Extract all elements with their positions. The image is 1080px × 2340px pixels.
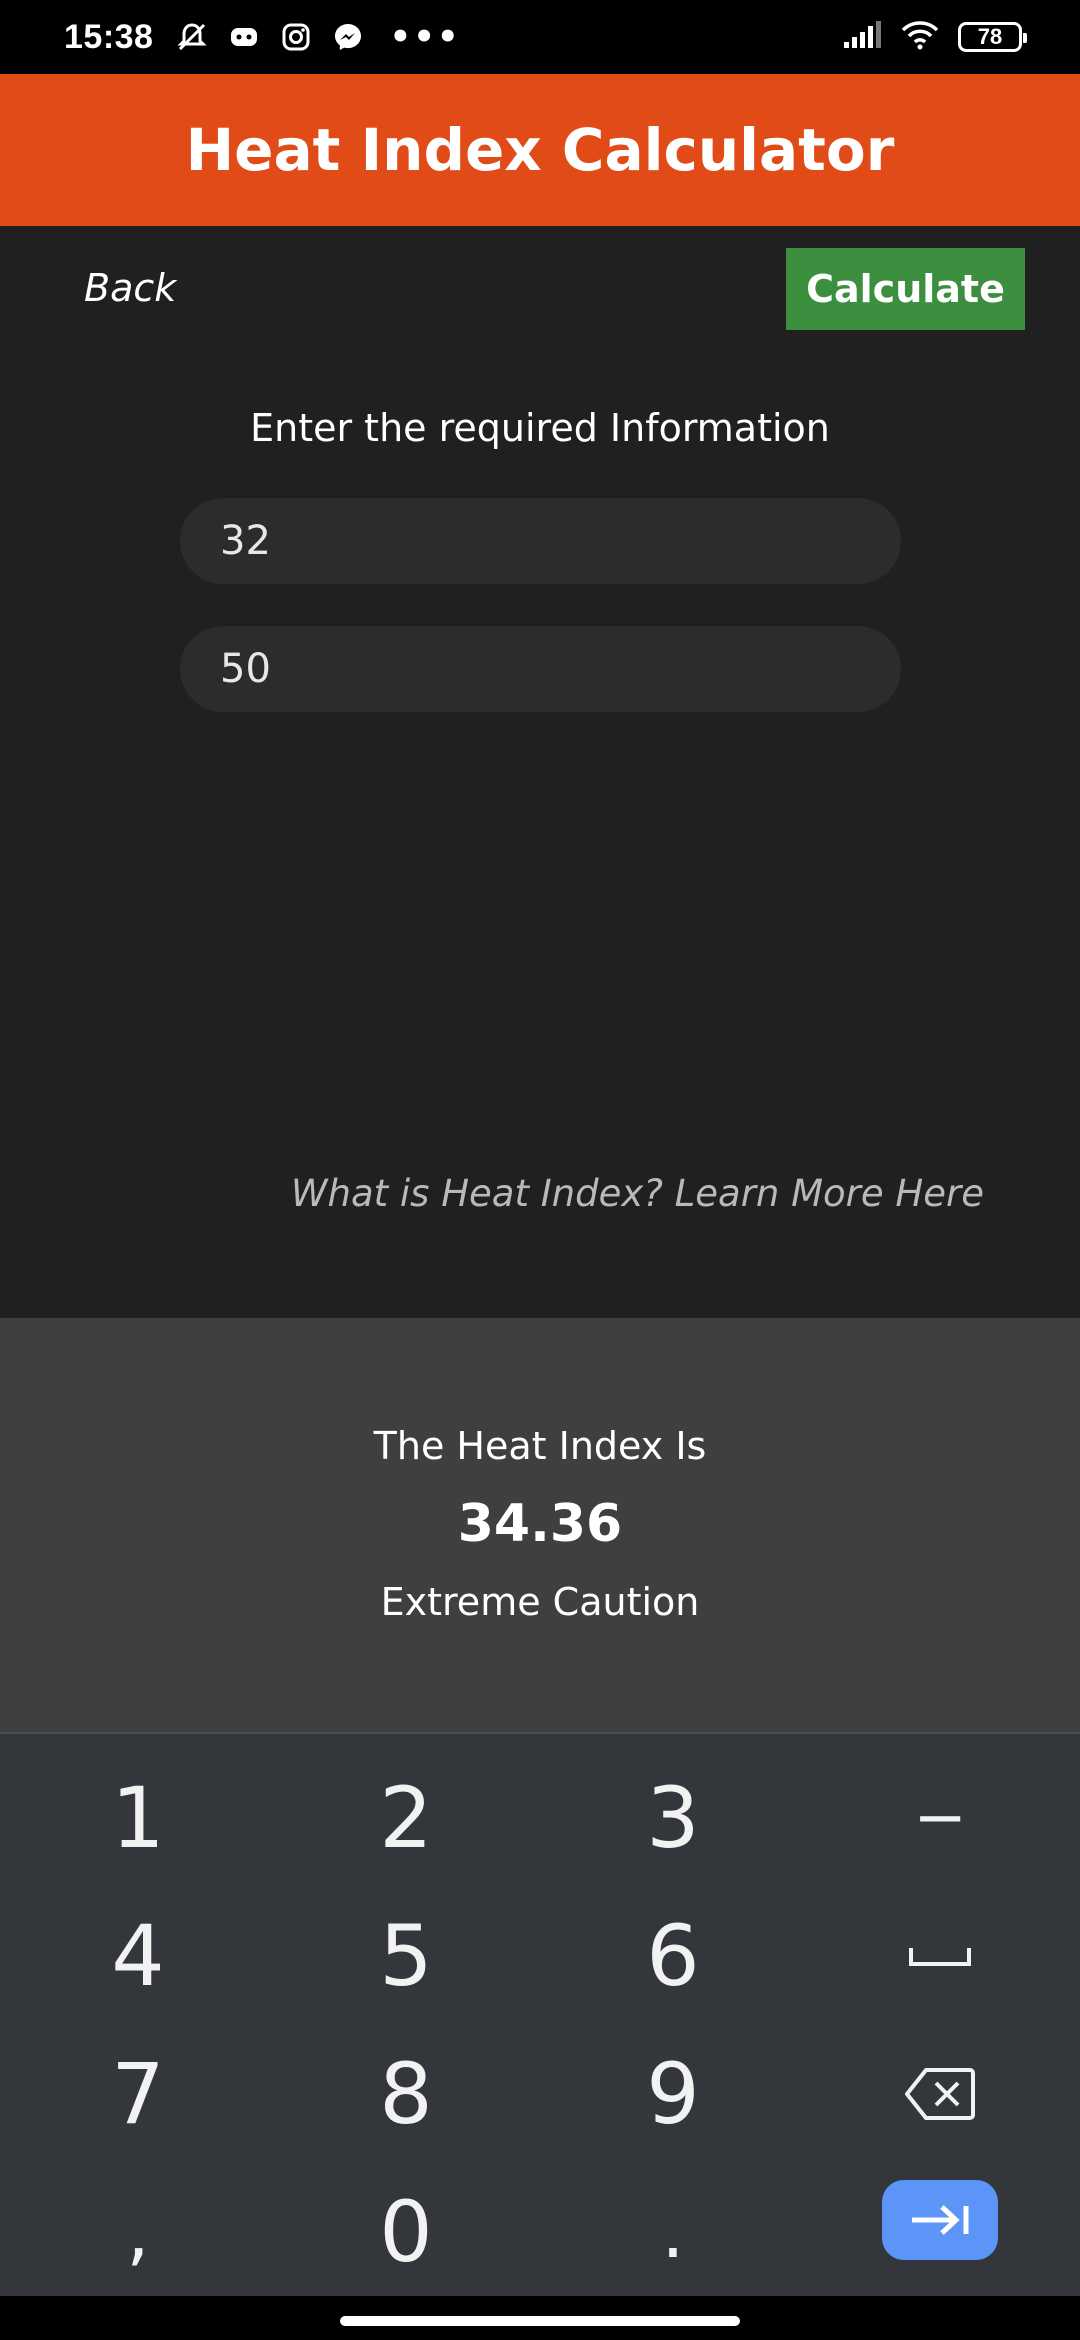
key-0[interactable]: 0 (306, 2172, 506, 2292)
temperature-field[interactable] (180, 498, 901, 584)
key-7[interactable]: 7 (38, 2034, 238, 2154)
numeric-keyboard: 1 2 3 − 4 5 6 7 8 9 , 0 . (0, 1734, 1080, 2296)
mute-bell-icon (175, 20, 209, 54)
more-notifications-icon: ••• (389, 17, 461, 57)
key-5[interactable]: 5 (306, 1896, 506, 2016)
key-8[interactable]: 8 (306, 2034, 506, 2154)
messenger-icon (331, 20, 365, 54)
learn-more-link[interactable]: What is Heat Index? Learn More Here (291, 1172, 984, 1215)
key-space[interactable] (840, 1896, 1040, 2016)
signal-icon (842, 20, 882, 54)
key-9[interactable]: 9 (573, 2034, 773, 2154)
backspace-icon (905, 2068, 975, 2120)
form-prompt: Enter the required Information (250, 406, 830, 450)
result-label: The Heat Index Is (373, 1424, 707, 1468)
key-minus[interactable]: − (840, 1758, 1040, 1878)
home-gesture-handle[interactable] (340, 2316, 740, 2326)
result-value: 34.36 (457, 1494, 623, 1554)
humidity-field[interactable] (180, 626, 901, 712)
discord-icon (227, 20, 261, 54)
instagram-icon (279, 20, 313, 54)
back-button[interactable]: Back (84, 266, 176, 310)
key-dot[interactable]: . (573, 2172, 773, 2292)
key-backspace[interactable] (840, 2034, 1040, 2154)
tab-arrow-icon (912, 2205, 969, 2235)
input-section: Back Calculate Enter the required Inform… (0, 226, 1080, 1318)
key-6[interactable]: 6 (573, 1896, 773, 2016)
key-4[interactable]: 4 (38, 1896, 238, 2016)
system-icons: 78 (842, 19, 1027, 55)
key-1[interactable]: 1 (38, 1758, 238, 1878)
key-2[interactable]: 2 (306, 1758, 506, 1878)
navigation-bar (0, 2296, 1080, 2340)
key-enter[interactable] (882, 2180, 998, 2260)
notification-icons: ••• (175, 20, 460, 54)
status-bar: 15:38 ••• 78 (0, 0, 1080, 74)
page-title: Heat Index Calculator (185, 116, 895, 184)
space-icon (909, 1948, 971, 1966)
key-comma[interactable]: , (38, 2172, 238, 2292)
wifi-icon (900, 19, 940, 55)
key-3[interactable]: 3 (573, 1758, 773, 1878)
result-panel: The Heat Index Is 34.36 Extreme Caution (0, 1318, 1080, 1734)
status-time: 15:38 (64, 17, 154, 56)
battery-icon: 78 (958, 22, 1027, 52)
result-status: Extreme Caution (380, 1580, 700, 1624)
calculate-button[interactable]: Calculate (786, 248, 1025, 330)
app-header: Heat Index Calculator (0, 74, 1080, 226)
